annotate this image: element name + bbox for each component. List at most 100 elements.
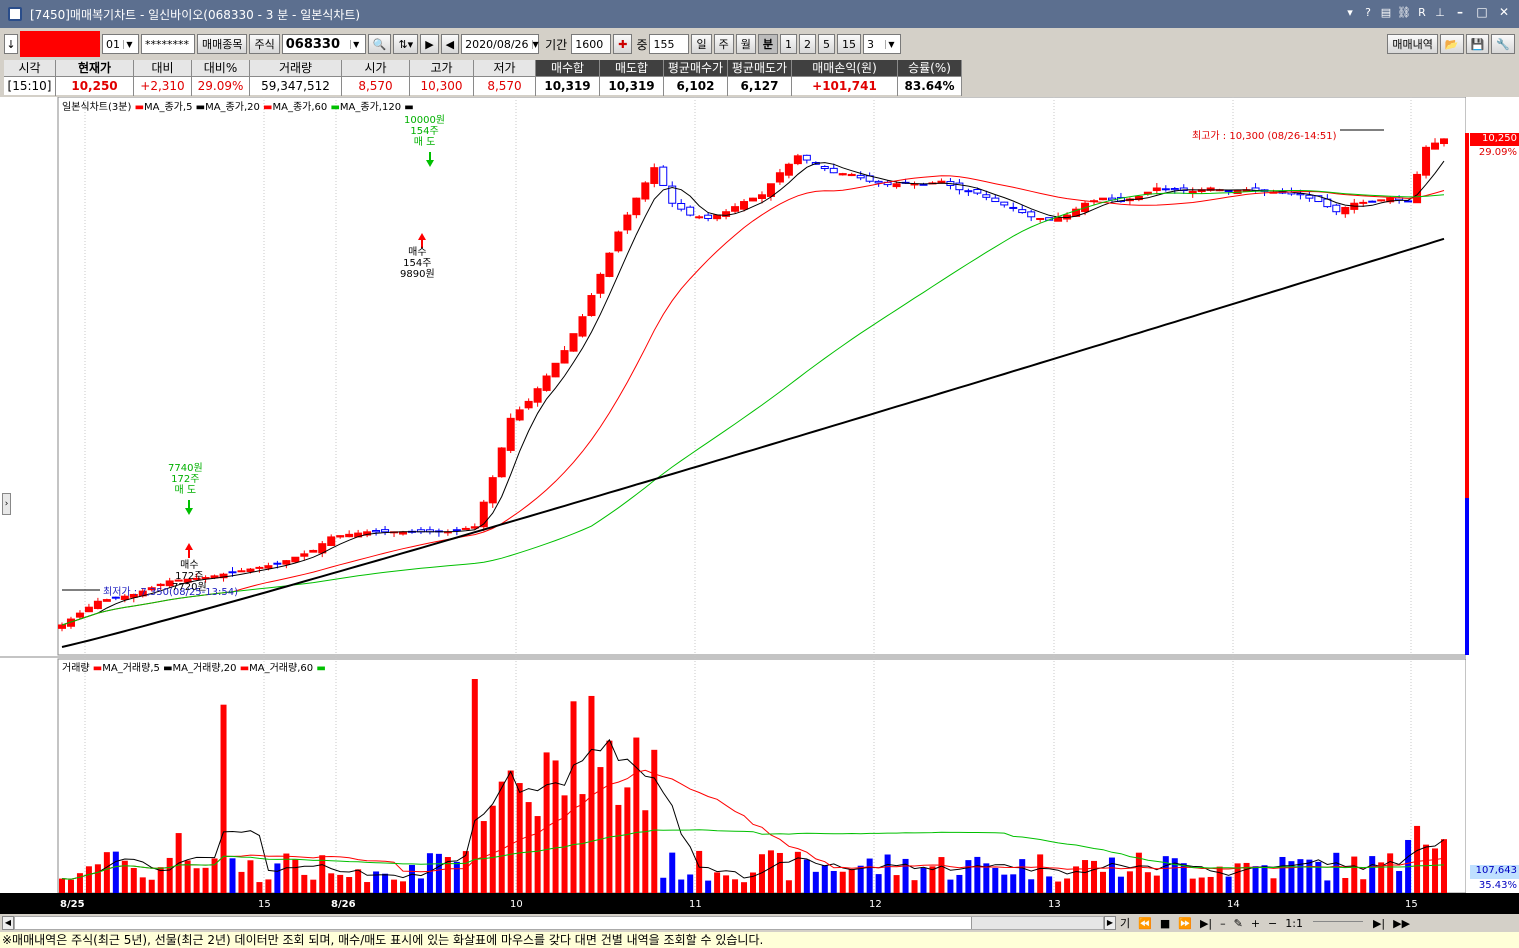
x-label-14: 14 [1227, 899, 1240, 910]
stock-code-input[interactable]: 068330 ▼ [281, 34, 366, 54]
period-adjust-icon[interactable]: ✚ [613, 34, 633, 54]
volume-bar [812, 871, 819, 893]
info-value: 10,319 [600, 77, 663, 95]
interval-select[interactable]: 3 ▼ [862, 34, 901, 54]
volume-bar [498, 781, 505, 893]
legend-ma120: MA_종가,120 [339, 102, 402, 113]
save-icon[interactable]: 💾 [1465, 34, 1490, 54]
maximize-button[interactable]: □ [1473, 5, 1491, 21]
fast-forward-icon[interactable]: ⏩ [1178, 917, 1192, 930]
zoom-out-icon[interactable]: – [1220, 917, 1226, 930]
next-icon[interactable]: ▶| [1200, 917, 1212, 930]
chevron-down-icon: ▼ [123, 39, 135, 49]
candle-body [461, 527, 470, 530]
help-icon[interactable]: ? [1361, 5, 1375, 21]
chevron-down-icon: ▼ [349, 39, 362, 49]
account-dropdown-arrow[interactable]: ↓ [4, 34, 18, 54]
open-folder-icon[interactable]: 📂 [1439, 34, 1464, 54]
sell1-label: 매 도 [174, 485, 197, 496]
candle-body [1332, 204, 1341, 213]
candle-body [300, 553, 309, 557]
unit-minute-button[interactable]: 분 [757, 34, 778, 54]
close-button[interactable]: ✕ [1495, 5, 1513, 21]
link-icon[interactable]: ⛓ [1397, 5, 1411, 21]
x-label-15a: 15 [258, 899, 271, 910]
period-input[interactable]: 1600 [571, 34, 612, 54]
candle-body [605, 252, 614, 277]
zoom-minus-icon[interactable]: − [1268, 917, 1277, 930]
volume-bar [893, 875, 900, 893]
candle-body [372, 530, 381, 533]
scroll-right-arrow[interactable]: ▶ [1104, 916, 1116, 930]
last-icon[interactable]: ▶| [1373, 917, 1385, 930]
candle-body [479, 501, 488, 528]
candlestick-chart-svg[interactable] [0, 97, 1519, 915]
volume-bar [247, 860, 254, 893]
trade-items-button[interactable]: 매매종목 [197, 34, 248, 54]
play-forward-icon[interactable]: ▶ [420, 34, 439, 54]
chart-tool-icon[interactable]: ✎ [1234, 917, 1243, 930]
scrollbar-thumb[interactable] [971, 917, 1103, 929]
refresh-r-icon[interactable]: R [1415, 5, 1429, 21]
sort-icon[interactable]: ⇅▾ [393, 34, 419, 54]
volume-bar [1324, 880, 1331, 893]
sub-account-select[interactable]: 01 ▼ [102, 34, 139, 54]
candle-body [1000, 201, 1009, 206]
scroll-left-arrow[interactable]: ◀ [2, 916, 14, 930]
scroll-label-ga: 기 [1120, 917, 1131, 930]
minimize-button[interactable]: – [1451, 5, 1469, 21]
sell-marker-1[interactable]: 7740원 172주 매 도 [168, 463, 203, 496]
chart-area[interactable]: 일본식차트(3분) ▬MA_종가,5 ▬MA_종가,20 ▬MA_종가,60 ▬… [0, 97, 1519, 915]
sell-marker-2[interactable]: 10000원 154주 매 도 [404, 115, 445, 148]
buy-marker-2[interactable]: 매수 154주 9890원 [400, 247, 435, 280]
volume-bar [534, 816, 541, 893]
trade-history-button[interactable]: 매매내역 [1387, 34, 1438, 54]
volume-bar [552, 760, 559, 893]
stock-type-button[interactable]: 주식 [249, 34, 280, 54]
volume-bar [238, 871, 245, 893]
unit-month-button[interactable]: 월 [735, 34, 756, 54]
info-header: 저가 [474, 60, 535, 77]
candle-body [560, 350, 569, 364]
end-icon[interactable]: ▶▶ [1393, 917, 1410, 930]
zoom-in-icon[interactable]: + [1251, 917, 1260, 930]
stop-icon[interactable]: ■ [1160, 917, 1170, 930]
unit-day-button[interactable]: 일 [691, 34, 712, 54]
layout-icon[interactable]: ▤ [1379, 5, 1393, 21]
play-back-icon[interactable]: ◀ [440, 34, 460, 54]
volume-bar [1351, 856, 1358, 893]
candle-body [874, 180, 883, 184]
candle-body [1027, 211, 1036, 218]
info-value: 10,300 [410, 77, 473, 95]
volume-bar [1162, 856, 1169, 893]
candle-body [1224, 190, 1233, 193]
candle-body [964, 190, 973, 193]
volume-bar [678, 879, 685, 893]
candle-body [345, 533, 354, 538]
volume-bar [561, 795, 568, 893]
dropdown-icon[interactable]: ▾ [1343, 5, 1357, 21]
date-picker[interactable]: 2020/08/26 ▼ [461, 34, 540, 54]
unit-5-button[interactable]: 5 [817, 34, 835, 54]
volume-bar [615, 804, 622, 893]
search-icon[interactable]: 🔍 [367, 34, 392, 54]
volume-bar [1360, 879, 1367, 893]
unit-1-button[interactable]: 1 [779, 34, 797, 54]
unit-week-button[interactable]: 주 [713, 34, 734, 54]
side-expand-handle[interactable]: › [2, 493, 11, 515]
candle-body [569, 333, 578, 352]
info-col-6: 고가 10,300 [410, 60, 474, 96]
settings-wrench-icon[interactable]: 🔧 [1491, 34, 1515, 54]
count-input[interactable]: 155 [649, 34, 690, 54]
unit-2-button[interactable]: 2 [798, 34, 816, 54]
info-value: 8,570 [342, 77, 409, 95]
volume-bar [1037, 854, 1044, 893]
zoom-slider[interactable] [1312, 921, 1363, 925]
unit-15-button[interactable]: 15 [836, 34, 861, 54]
candle-body [641, 182, 650, 200]
pin-icon[interactable]: ⊥ [1433, 5, 1447, 21]
buy-marker-1[interactable]: 매수 172주 7720원 [172, 560, 207, 593]
chart-scrollbar[interactable] [14, 916, 1104, 930]
rewind-icon[interactable]: ⏪ [1138, 917, 1152, 930]
password-field[interactable]: ******** [141, 34, 195, 54]
